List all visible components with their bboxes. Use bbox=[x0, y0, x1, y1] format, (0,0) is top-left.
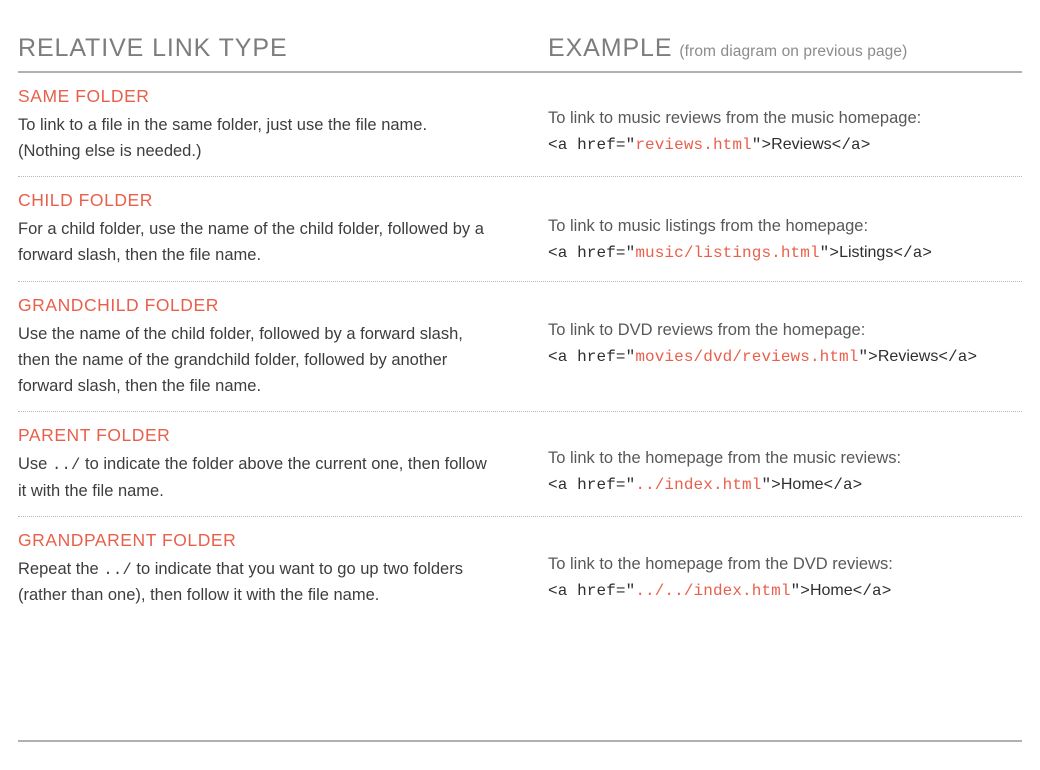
code-close-tag: </a> bbox=[938, 347, 978, 366]
code-path: reviews.html bbox=[635, 135, 752, 154]
row-description: To link to a file in the same folder, ju… bbox=[18, 112, 488, 165]
column-header-example: EXAMPLE bbox=[548, 33, 673, 62]
code-link-text: Listings bbox=[839, 244, 894, 262]
row-description-cell: GRANDPARENT FOLDER Repeat the ../ to ind… bbox=[18, 530, 548, 608]
code-link-text: Home bbox=[780, 476, 824, 494]
table-row: PARENT FOLDER Use ../ to indicate the fo… bbox=[18, 412, 1022, 515]
row-description-cell: GRANDCHILD FOLDER Use the name of the ch… bbox=[18, 295, 548, 399]
row-example-cell: To link to the homepage from the music r… bbox=[548, 425, 1022, 503]
example-code: <a href="reviews.html">Reviews</a> bbox=[548, 133, 1022, 157]
example-caption: To link to the homepage from the music r… bbox=[548, 449, 902, 468]
code-link-text: Reviews bbox=[771, 135, 832, 153]
header-cell-left: RELATIVE LINK TYPE bbox=[18, 33, 548, 63]
code-quote-close: "> bbox=[751, 135, 772, 154]
example-code: <a href="movies/dvd/reviews.html">Review… bbox=[548, 345, 1022, 369]
table-row: CHILD FOLDER For a child folder, use the… bbox=[18, 177, 1022, 280]
code-close-tag: </a> bbox=[823, 476, 863, 495]
row-description: Use the name of the child folder, follow… bbox=[18, 321, 488, 400]
code-path: movies/dvd/reviews.html bbox=[635, 347, 859, 366]
row-example-cell: To link to the homepage from the DVD rev… bbox=[548, 530, 1022, 608]
example-code: <a href="../../index.html">Home</a> bbox=[548, 579, 1022, 603]
column-header-example-note: (from diagram on previous page) bbox=[679, 42, 908, 60]
code-close-tag: </a> bbox=[893, 244, 933, 263]
code-path: ../../index.html bbox=[635, 581, 791, 600]
row-example-cell: To link to music listings from the homep… bbox=[548, 190, 1022, 268]
row-description-before: Use the name of the child folder, follow… bbox=[18, 324, 463, 395]
row-description-before: To link to a file in the same folder, ju… bbox=[18, 115, 428, 160]
row-example-cell: To link to music reviews from the music … bbox=[548, 86, 1022, 164]
code-close-tag: </a> bbox=[831, 135, 871, 154]
table-row: SAME FOLDER To link to a file in the sam… bbox=[18, 73, 1022, 176]
row-description-cell: PARENT FOLDER Use ../ to indicate the fo… bbox=[18, 425, 548, 503]
example-code: <a href="../index.html">Home</a> bbox=[548, 473, 1022, 497]
table-header: RELATIVE LINK TYPE EXAMPLE (from diagram… bbox=[18, 0, 1022, 62]
row-description-before: For a child folder, use the name of the … bbox=[18, 220, 484, 265]
header-cell-right: EXAMPLE (from diagram on previous page) bbox=[548, 33, 1022, 63]
code-quote-close: "> bbox=[761, 476, 781, 495]
row-title: CHILD FOLDER bbox=[18, 190, 153, 211]
row-description: Repeat the ../ to indicate that you want… bbox=[18, 556, 488, 609]
code-prefix: <a href=" bbox=[548, 581, 636, 600]
code-link-text: Reviews bbox=[877, 347, 939, 365]
code-prefix: <a href=" bbox=[548, 135, 636, 154]
code-path: ../index.html bbox=[635, 476, 762, 495]
code-prefix: <a href=" bbox=[548, 244, 636, 263]
row-description-cell: CHILD FOLDER For a child folder, use the… bbox=[18, 190, 548, 268]
row-description: Use ../ to indicate the folder above the… bbox=[18, 451, 488, 504]
row-description-before: Repeat the bbox=[18, 559, 104, 578]
row-title: PARENT FOLDER bbox=[18, 425, 171, 446]
row-description-after: to indicate the folder above the current… bbox=[18, 455, 487, 500]
row-title: SAME FOLDER bbox=[18, 86, 150, 106]
table-bottom-rule bbox=[18, 740, 1022, 742]
code-link-text: Home bbox=[809, 581, 853, 599]
code-quote-close: "> bbox=[858, 347, 878, 366]
example-caption: To link to music reviews from the music … bbox=[548, 109, 922, 127]
row-description-code: ../ bbox=[51, 456, 81, 475]
row-title: GRANDPARENT FOLDER bbox=[18, 529, 237, 550]
code-path: music/listings.html bbox=[635, 244, 820, 263]
row-description-before: Use bbox=[18, 455, 52, 474]
row-description-code: ../ bbox=[103, 560, 132, 579]
row-description-cell: SAME FOLDER To link to a file in the sam… bbox=[18, 86, 548, 164]
example-caption: To link to DVD reviews from the homepage… bbox=[548, 320, 866, 339]
code-quote-close: "> bbox=[790, 581, 810, 600]
example-caption: To link to the homepage from the DVD rev… bbox=[548, 554, 893, 573]
code-prefix: <a href=" bbox=[548, 476, 636, 495]
code-quote-close: "> bbox=[819, 244, 840, 263]
row-title: GRANDCHILD FOLDER bbox=[18, 294, 219, 315]
table-row: GRANDPARENT FOLDER Repeat the ../ to ind… bbox=[18, 517, 1022, 620]
row-description: For a child folder, use the name of the … bbox=[18, 216, 488, 269]
column-header-relative-link-type: RELATIVE LINK TYPE bbox=[18, 33, 288, 62]
code-close-tag: </a> bbox=[852, 581, 892, 600]
example-code: <a href="music/listings.html">Listings</… bbox=[548, 241, 1022, 265]
table-row: GRANDCHILD FOLDER Use the name of the ch… bbox=[18, 282, 1022, 411]
example-caption: To link to music listings from the homep… bbox=[548, 217, 869, 236]
reference-table-page: RELATIVE LINK TYPE EXAMPLE (from diagram… bbox=[0, 0, 1040, 770]
row-example-cell: To link to DVD reviews from the homepage… bbox=[548, 295, 1022, 399]
code-prefix: <a href=" bbox=[548, 347, 636, 366]
